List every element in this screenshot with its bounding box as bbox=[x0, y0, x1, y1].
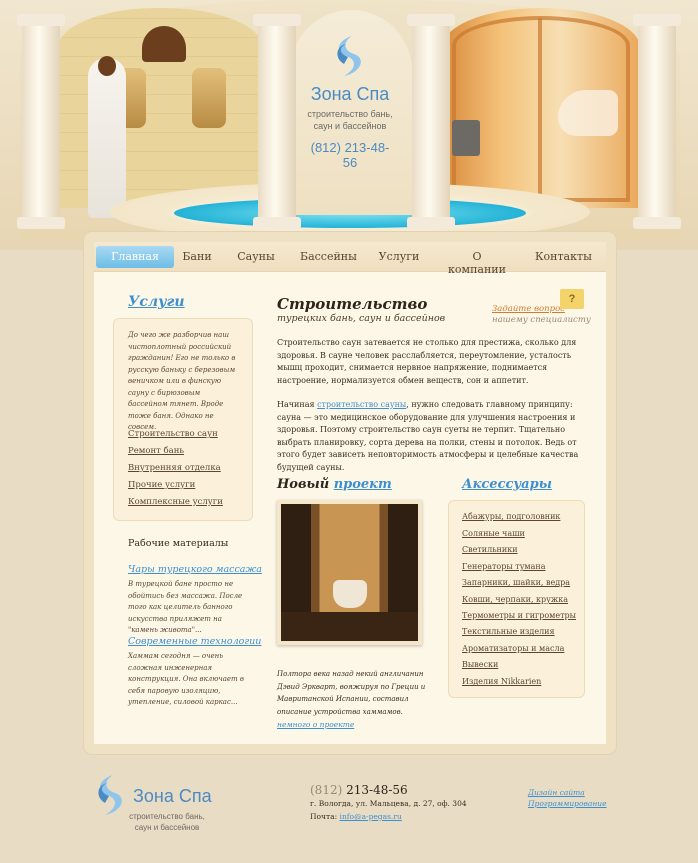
accessory-link-salt-bowls[interactable]: Соляные чаши bbox=[462, 529, 525, 538]
project-caption: Полтора века назад некий англичанин Дэви… bbox=[277, 670, 426, 716]
marble-basin bbox=[192, 68, 226, 128]
accessory-link-nikkarien[interactable]: Изделия Nikkarien bbox=[462, 677, 541, 686]
design-credit-link[interactable]: Дизайн сайта bbox=[528, 788, 585, 797]
photo-pool-area bbox=[281, 612, 418, 641]
article-link-technologies[interactable]: Современные технологии bbox=[128, 636, 261, 647]
new-project-heading-text: Новый bbox=[277, 477, 330, 492]
page-title: Строительство bbox=[277, 295, 428, 313]
logo-icon[interactable] bbox=[332, 34, 366, 80]
article-text-massage: В турецкой бане просто не обойтись без м… bbox=[128, 580, 243, 634]
column-left-outer bbox=[17, 14, 65, 229]
header-phone: (812) 213-48-56 bbox=[310, 140, 390, 170]
woman-head bbox=[98, 56, 116, 76]
project-more-link[interactable]: немного о проекте bbox=[277, 720, 354, 729]
article-text-technologies: Хаммам сегодня — очень сложная инженерна… bbox=[128, 652, 244, 706]
services-intro: До чего же разборчив наш чистоплотный ро… bbox=[128, 331, 236, 431]
sauna-building-link[interactable]: строительство сауны bbox=[317, 400, 406, 409]
paragraph-text-end: , нужно следовать главному принципу: сау… bbox=[277, 400, 579, 472]
footer-phone-code: (812) bbox=[310, 783, 343, 797]
principle-paragraph: Начиная строительство сауны, нужно следо… bbox=[277, 399, 587, 474]
logo-tagline: строительство бань, саун и бассейнов bbox=[307, 109, 393, 131]
accessory-link-ladles[interactable]: Ковши, черпаки, кружка bbox=[462, 595, 568, 604]
services-heading[interactable]: Услуги bbox=[128, 294, 185, 310]
intro-paragraph: Строительство саун затевается не столько… bbox=[277, 338, 577, 385]
header-banner: Зона Спа строительство бань, саун и басс… bbox=[0, 0, 698, 250]
sauna-door-divider bbox=[538, 18, 542, 204]
service-link-other[interactable]: Прочие услуги bbox=[128, 480, 195, 490]
accessory-link-thermometers[interactable]: Термометры и гигрометры bbox=[462, 611, 576, 620]
footer-mail-link[interactable]: info@a-pegas.ru bbox=[340, 812, 402, 821]
question-bubble-icon[interactable]: ? bbox=[560, 289, 584, 309]
column-right-outer bbox=[633, 14, 681, 229]
article-link-massage[interactable]: Чары турецкого массажа bbox=[128, 564, 262, 575]
accessory-link-lampshades[interactable]: Абажуры, подголовник bbox=[462, 512, 560, 521]
nav-item-bani[interactable]: Бани bbox=[180, 250, 214, 263]
photo-basin bbox=[333, 580, 367, 608]
new-project-heading: Новый проект bbox=[277, 477, 392, 492]
woman-in-robe-image bbox=[88, 58, 126, 218]
programming-credit-link[interactable]: Программирование bbox=[528, 799, 607, 808]
accessory-link-lights[interactable]: Светильники bbox=[462, 545, 518, 554]
footer-logo-name[interactable]: Зона Спа bbox=[133, 786, 212, 807]
footer-address: г. Вологда, ул. Мальцева, д. 27, оф. 304 bbox=[310, 799, 467, 808]
service-link-sauna-building[interactable]: Строительство саун bbox=[128, 429, 218, 439]
ornament-niche bbox=[142, 26, 186, 62]
footer-mail: Почта: info@a-pegas.ru bbox=[310, 812, 402, 821]
paragraph-text-start: Начиная bbox=[277, 400, 318, 409]
sauna-person-image bbox=[558, 90, 618, 136]
footer-logo-tagline: строительство бань, саун и бассейнов bbox=[129, 812, 205, 832]
ask-specialist-text: нашему специалисту bbox=[492, 315, 591, 325]
accessory-link-fog-generators[interactable]: Генераторы тумана bbox=[462, 562, 546, 571]
accessories-heading[interactable]: Аксессуары bbox=[462, 477, 552, 492]
page-subtitle: турецких бань, саун и бассейнов bbox=[277, 313, 446, 324]
footer-phone: (812) 213-48-56 bbox=[310, 783, 408, 797]
column-left-inner bbox=[253, 14, 301, 229]
ask-question-link[interactable]: Задайте вопрос bbox=[492, 304, 565, 314]
nav-item-pools[interactable]: Бассейны bbox=[300, 250, 357, 263]
accessory-link-buckets[interactable]: Запарники, шайки, ведра bbox=[462, 578, 570, 587]
accessory-link-aromas[interactable]: Ароматизаторы и масла bbox=[462, 644, 564, 653]
nav-item-about[interactable]: О компании bbox=[443, 250, 511, 276]
sauna-bucket bbox=[452, 120, 480, 156]
nav-item-contacts[interactable]: Контакты bbox=[535, 250, 592, 263]
service-link-interior[interactable]: Внутренняя отделка bbox=[128, 463, 221, 473]
nav-item-home[interactable]: Главная bbox=[96, 246, 174, 268]
logo-name[interactable]: Зона Спа bbox=[305, 84, 395, 105]
materials-heading: Рабочие материалы bbox=[128, 538, 229, 549]
project-heading-link[interactable]: проект bbox=[334, 477, 392, 492]
accessory-link-signs[interactable]: Вывески bbox=[462, 660, 498, 669]
service-link-complex[interactable]: Комплексные услуги bbox=[128, 497, 223, 507]
footer-logo-icon[interactable] bbox=[93, 773, 127, 819]
accessory-link-textiles[interactable]: Текстильные изделия bbox=[462, 627, 555, 636]
nav-item-services[interactable]: Услуги bbox=[378, 250, 420, 263]
footer-phone-number: 213-48-56 bbox=[346, 783, 408, 797]
footer-mail-label: Почта: bbox=[310, 812, 340, 821]
service-link-bath-repair[interactable]: Ремонт бань bbox=[128, 446, 184, 456]
nav-item-saunas[interactable]: Сауны bbox=[236, 250, 276, 263]
column-right-inner bbox=[407, 14, 455, 229]
